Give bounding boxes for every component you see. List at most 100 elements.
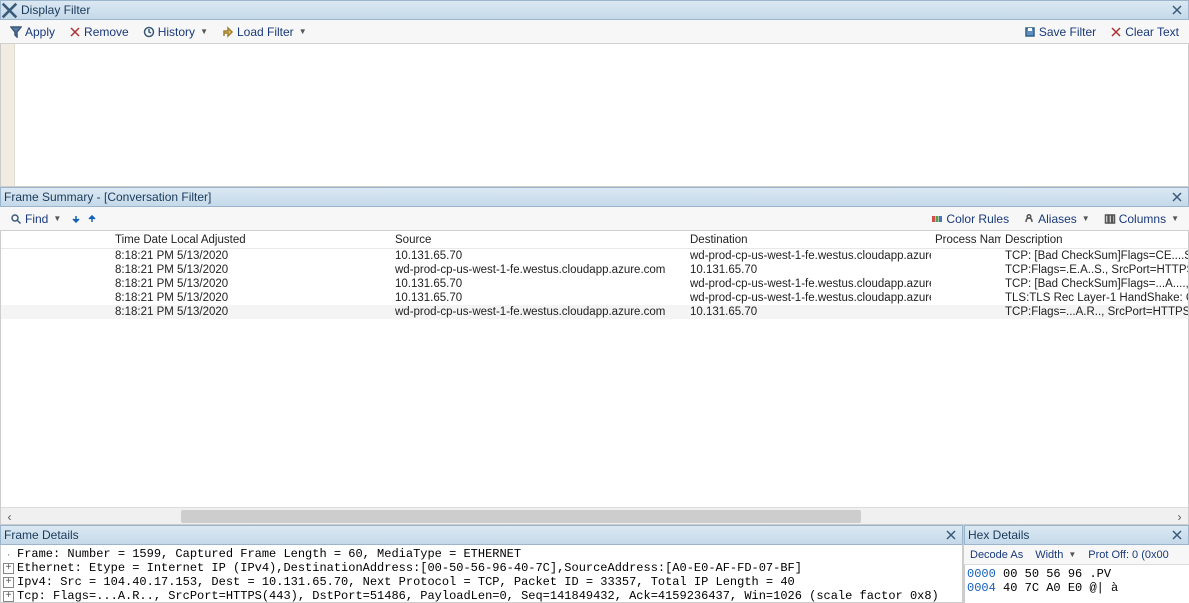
cell: 8:18:21 PM 5/13/2020	[111, 306, 391, 318]
close-icon[interactable]	[1169, 527, 1185, 543]
aliases-button[interactable]: Aliases ▼	[1017, 209, 1096, 229]
cell: 8:18:21 PM 5/13/2020	[111, 264, 391, 276]
prot-off-button[interactable]: Prot Off: 0 (0x00	[1084, 547, 1173, 563]
table-row[interactable]: 8:18:21 PM 5/13/2020wd-prod-cp-us-west-1…	[1, 263, 1188, 277]
columns-button[interactable]: Columns ▼	[1098, 209, 1185, 229]
scroll-left-icon[interactable]: ‹	[1, 508, 18, 525]
frame-summary-title: Frame Summary - [Conversation Filter]	[4, 190, 1169, 204]
hex-bytes: 40 7C A0 E0	[996, 581, 1090, 595]
cell: TLS:TLS Rec Layer-1 HandShake: Clie	[1001, 292, 1188, 304]
apply-button[interactable]: Apply	[4, 22, 61, 42]
remove-button[interactable]: Remove	[63, 22, 135, 42]
history-label: History	[158, 25, 195, 39]
column-header-time[interactable]: Time Date Local Adjusted	[111, 234, 391, 246]
cell: TCP:Flags=.E.A..S., SrcPort=HTTPS(	[1001, 264, 1188, 276]
frame-details-header: Frame Details	[0, 525, 963, 545]
cell: wd-prod-cp-us-west-1-fe.westus.cloudapp.…	[391, 306, 686, 318]
tree-line[interactable]: · Frame: Number = 1599, Captured Frame L…	[3, 547, 960, 561]
hex-details-title: Hex Details	[968, 528, 1169, 542]
hex-line: 0000 00 50 56 96 .PV	[967, 567, 1187, 581]
cell: 10.131.65.70	[686, 264, 931, 276]
chevron-down-icon: ▼	[1068, 550, 1076, 559]
width-label: Width	[1035, 549, 1063, 561]
chevron-down-icon: ▼	[299, 27, 307, 36]
display-filter-header: Display Filter	[18, 0, 1189, 20]
load-filter-label: Load Filter	[237, 25, 294, 39]
tree-text: Ipv4: Src = 104.40.17.153, Dest = 10.131…	[17, 575, 795, 589]
hex-bytes: 00 50 56 96	[996, 567, 1090, 581]
apply-label: Apply	[25, 25, 55, 39]
tree-line[interactable]: +Ethernet: Etype = Internet IP (IPv4),De…	[3, 561, 960, 575]
expand-icon[interactable]: +	[3, 563, 14, 574]
color-rules-label: Color Rules	[946, 212, 1009, 226]
save-filter-label: Save Filter	[1039, 25, 1096, 39]
column-header-row: Time Date Local Adjusted Source Destinat…	[1, 231, 1188, 249]
frame-summary-body: Time Date Local Adjusted Source Destinat…	[0, 231, 1189, 525]
cell: 8:18:21 PM 5/13/2020	[111, 278, 391, 290]
clear-text-label: Clear Text	[1125, 25, 1179, 39]
frame-details-tree[interactable]: · Frame: Number = 1599, Captured Frame L…	[0, 545, 963, 603]
close-icon[interactable]	[1169, 189, 1185, 205]
close-icon[interactable]	[943, 527, 959, 543]
tree-line[interactable]: +Tcp: Flags=...A.R.., SrcPort=HTTPS(443)…	[3, 589, 960, 603]
column-header-process[interactable]: Process Name	[931, 234, 1001, 246]
hscrollbar[interactable]: ‹ ›	[1, 507, 1188, 524]
scroll-thumb[interactable]	[181, 510, 861, 523]
frame-summary-header: Frame Summary - [Conversation Filter]	[0, 187, 1189, 207]
table-row[interactable]: 8:18:21 PM 5/13/202010.131.65.70wd-prod-…	[1, 277, 1188, 291]
column-header-source[interactable]: Source	[391, 234, 686, 246]
tree-text: Ethernet: Etype = Internet IP (IPv4),Des…	[17, 561, 802, 575]
leaf-icon: ·	[3, 547, 14, 561]
color-rules-button[interactable]: Color Rules	[925, 209, 1015, 229]
close-icon[interactable]	[1169, 2, 1185, 18]
cell: 8:18:21 PM 5/13/2020	[111, 250, 391, 262]
display-filter-title: Display Filter	[21, 3, 1169, 17]
cell: wd-prod-cp-us-west-1-fe.westus.cloudapp.…	[686, 278, 931, 290]
cell: wd-prod-cp-us-west-1-fe.westus.cloudapp.…	[391, 264, 686, 276]
remove-label: Remove	[84, 25, 129, 39]
chevron-down-icon: ▼	[200, 27, 208, 36]
table-row[interactable]: 8:18:21 PM 5/13/202010.131.65.70wd-prod-…	[1, 249, 1188, 263]
close-icon-outer[interactable]	[0, 0, 18, 20]
cell: 10.131.65.70	[391, 250, 686, 262]
filter-editor[interactable]	[0, 44, 1189, 187]
filter-gutter	[1, 44, 15, 186]
hex-line: 0004 40 7C A0 E0 @| à	[967, 581, 1187, 595]
history-button[interactable]: History ▼	[137, 22, 214, 42]
clear-text-button[interactable]: Clear Text	[1104, 22, 1185, 42]
find-button[interactable]: Find ▼	[4, 209, 67, 229]
nav-down-button[interactable]	[69, 212, 83, 226]
table-row[interactable]: 8:18:21 PM 5/13/2020wd-prod-cp-us-west-1…	[1, 305, 1188, 319]
hex-offset: 0000	[967, 567, 996, 581]
rows-container: 8:18:21 PM 5/13/202010.131.65.70wd-prod-…	[1, 249, 1188, 507]
width-button[interactable]: Width ▼	[1031, 547, 1080, 563]
tree-line[interactable]: +Ipv4: Src = 104.40.17.153, Dest = 10.13…	[3, 575, 960, 589]
hex-body[interactable]: 0000 00 50 56 96 .PV0004 40 7C A0 E0 @| …	[964, 565, 1189, 603]
cell: 8:18:21 PM 5/13/2020	[111, 292, 391, 304]
tree-text: Frame: Number = 1599, Captured Frame Len…	[17, 547, 521, 561]
save-filter-button[interactable]: Save Filter	[1018, 22, 1102, 42]
hex-ascii: .PV	[1089, 567, 1111, 581]
scroll-right-icon[interactable]: ›	[1171, 508, 1188, 525]
frame-summary-toolbar: Find ▼ Color Rules Aliases ▼ Columns ▼	[0, 207, 1189, 231]
decode-as-button[interactable]: Decode As	[966, 547, 1027, 563]
tree-text: Tcp: Flags=...A.R.., SrcPort=HTTPS(443),…	[17, 589, 939, 603]
expand-icon[interactable]: +	[3, 577, 14, 588]
cell: wd-prod-cp-us-west-1-fe.westus.cloudapp.…	[686, 292, 931, 304]
expand-icon[interactable]: +	[3, 591, 14, 602]
prot-off-label: Prot Off: 0 (0x00	[1088, 549, 1169, 561]
nav-up-button[interactable]	[85, 212, 99, 226]
aliases-label: Aliases	[1038, 212, 1077, 226]
hex-ascii: @| à	[1089, 581, 1118, 595]
hex-offset: 0004	[967, 581, 996, 595]
table-row[interactable]: 8:18:21 PM 5/13/202010.131.65.70wd-prod-…	[1, 291, 1188, 305]
chevron-down-icon: ▼	[1082, 214, 1090, 223]
cell: 10.131.65.70	[686, 306, 931, 318]
cell: TCP: [Bad CheckSum]Flags=...A....,	[1001, 278, 1188, 290]
column-header-description[interactable]: Description	[1001, 234, 1188, 246]
column-header-destination[interactable]: Destination	[686, 234, 931, 246]
chevron-down-icon: ▼	[53, 214, 61, 223]
cell: 10.131.65.70	[391, 292, 686, 304]
frame-details-title: Frame Details	[4, 528, 943, 542]
load-filter-button[interactable]: Load Filter ▼	[216, 22, 313, 42]
